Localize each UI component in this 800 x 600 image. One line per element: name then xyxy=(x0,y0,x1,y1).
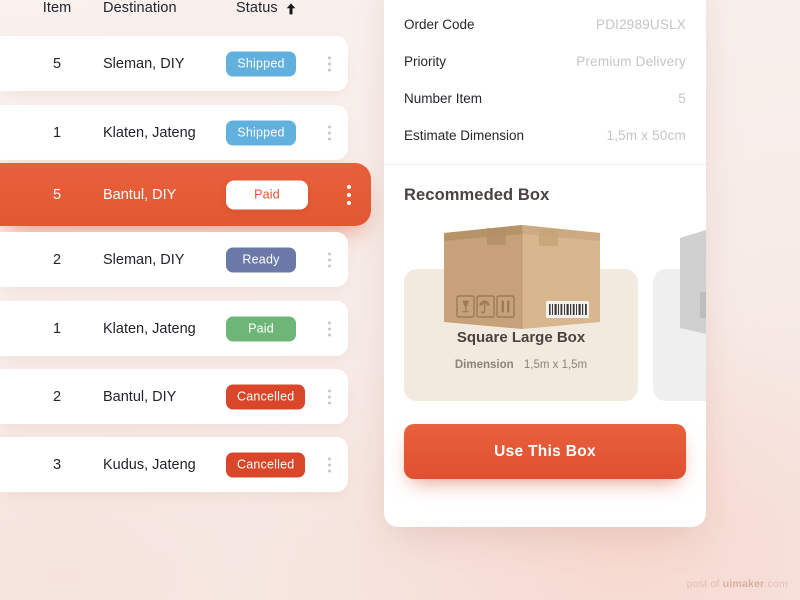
box-option-card-next[interactable] xyxy=(653,269,706,401)
summary-value: 5 xyxy=(678,91,686,106)
status-badge[interactable]: Paid xyxy=(226,316,296,341)
summary-label: Priority xyxy=(404,54,447,69)
row-destination: Bantul, DIY xyxy=(103,388,177,405)
status-badge[interactable]: Cancelled xyxy=(226,452,306,477)
selected-box-name: Square Large Box xyxy=(456,329,586,346)
table-row[interactable]: 2 Bantul, DIY Cancelled xyxy=(0,369,348,424)
table-row[interactable]: 3 Kudus, Jateng Cancelled xyxy=(0,437,348,492)
watermark-suffix: .com xyxy=(764,578,788,590)
selected-box-dimension: Dimension 1,5m x 1,5m xyxy=(404,359,638,371)
row-item-count: 2 xyxy=(52,251,62,268)
column-header-item[interactable]: Item xyxy=(40,0,74,16)
column-header-status[interactable]: Status xyxy=(236,0,278,16)
order-summary: Order Code PDI2989USLX Priority Premium Del… xyxy=(384,0,706,154)
row-item-count: 1 xyxy=(52,124,62,141)
row-destination: Sleman, DIY xyxy=(103,55,185,72)
row-item-count: 5 xyxy=(52,55,62,72)
kebab-menu-icon[interactable] xyxy=(327,252,331,267)
summary-row: Order Code PDI2989USLX xyxy=(404,6,686,43)
row-destination: Sleman, DIY xyxy=(103,251,185,268)
kebab-menu-icon[interactable] xyxy=(327,125,331,140)
order-table: Item Destination Status 5 Sleman, DIY Ship… xyxy=(0,0,372,530)
row-destination: Bantul, DIY xyxy=(103,186,177,203)
summary-row: Priority Premium Delivery xyxy=(404,43,686,80)
row-item-count: 2 xyxy=(52,388,62,405)
table-row[interactable]: 5 Bantul, DIY Paid xyxy=(0,163,371,226)
watermark-prefix: post of xyxy=(686,578,723,590)
status-badge[interactable]: Shipped xyxy=(226,120,296,145)
row-item-count: 1 xyxy=(52,320,62,337)
summary-label: Order Code xyxy=(404,17,475,32)
row-destination: Kudus, Jateng xyxy=(103,456,196,473)
table-row[interactable]: 1 Klaten, Jateng Shipped xyxy=(0,105,348,160)
row-destination: Klaten, Jateng xyxy=(103,124,196,141)
status-badge[interactable]: Cancelled xyxy=(226,384,306,409)
summary-row: Estimate Dimension 1,5m x 50cm xyxy=(404,117,686,154)
table-row[interactable]: 1 Klaten, Jateng Paid xyxy=(0,301,348,356)
summary-value: Premium Delivery xyxy=(576,54,686,69)
summary-row: Number Item 5 xyxy=(404,80,686,117)
kebab-menu-icon[interactable] xyxy=(327,321,331,336)
kebab-menu-icon[interactable] xyxy=(327,56,331,71)
dimension-label: Dimension xyxy=(454,359,514,371)
arrow-up-icon[interactable] xyxy=(283,1,299,17)
kebab-menu-icon[interactable] xyxy=(347,184,351,205)
recommended-box-section: Recommeded Box Square Large Box Dimensio… xyxy=(384,165,706,401)
row-item-count: 3 xyxy=(52,456,62,473)
column-header-destination[interactable]: Destination xyxy=(103,0,177,16)
summary-label: Estimate Dimension xyxy=(404,128,525,143)
summary-label: Number Item xyxy=(404,91,483,106)
summary-value: PDI2989USLX xyxy=(595,17,686,32)
status-badge[interactable]: Paid xyxy=(226,180,308,209)
kebab-menu-icon[interactable] xyxy=(327,457,331,472)
box-carousel[interactable]: Square Large Box Dimension 1,5m x 1,5m xyxy=(404,222,706,401)
watermark: post of uimaker.com xyxy=(687,578,788,590)
table-header: Item Destination Status xyxy=(0,0,372,31)
table-row[interactable]: 5 Sleman, DIY Shipped xyxy=(0,36,348,91)
table-row[interactable]: 2 Sleman, DIY Ready xyxy=(0,232,348,287)
summary-value: 1,5m x 50cm xyxy=(606,128,686,143)
status-badge[interactable]: Ready xyxy=(226,247,296,272)
kebab-menu-icon[interactable] xyxy=(327,389,331,404)
dimension-value: 1,5m x 1,5m xyxy=(523,359,588,371)
watermark-brand: uimaker xyxy=(722,578,765,590)
row-item-count: 5 xyxy=(52,186,62,203)
use-this-box-button[interactable]: Use This Box xyxy=(404,424,686,479)
recommended-box-title: Recommeded Box xyxy=(404,186,550,204)
row-destination: Klaten, Jateng xyxy=(103,320,196,337)
status-badge[interactable]: Shipped xyxy=(226,51,296,76)
order-detail-panel: Order Code PDI2989USLX Priority Premium Del… xyxy=(384,0,706,527)
